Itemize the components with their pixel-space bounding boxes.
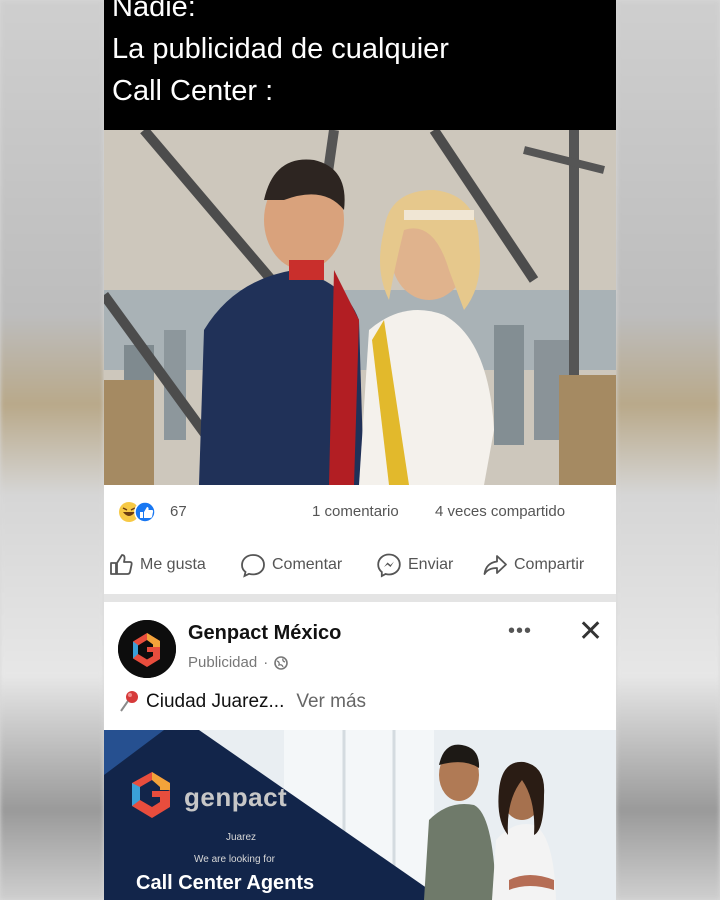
facebook-post-card: Nadie: La publicidad de cualquier Call C… (104, 0, 616, 900)
ad-city-text: Juarez (226, 832, 257, 843)
more-options-icon[interactable]: ••• (508, 620, 532, 643)
ad-location-text: Ciudad Juarez... (146, 691, 285, 712)
caption-line-3: Call Center : (112, 75, 274, 107)
meme-photo (104, 130, 616, 485)
blurred-background-left (0, 0, 104, 900)
messenger-icon (377, 553, 401, 578)
see-more-link[interactable]: Ver más (296, 691, 366, 713)
like-reaction-icon (134, 501, 156, 523)
advertiser-avatar[interactable] (118, 620, 176, 678)
globe-icon (274, 655, 289, 670)
comment-button[interactable]: Comentar (240, 552, 342, 578)
advertiser-name[interactable]: Genpact México (188, 622, 341, 645)
ad-image[interactable]: genpact Juarez We are looking for Call C… (104, 730, 616, 900)
caption-line-1: Nadie: (112, 0, 196, 23)
ad-headline: Call Center Agents (136, 872, 315, 894)
thumbs-up-icon (110, 554, 133, 575)
share-count[interactable]: 4 veces compartido (435, 503, 565, 520)
sponsored-line: Publicidad · (188, 654, 289, 671)
reaction-icons[interactable] (118, 501, 166, 523)
reaction-bar: 67 1 comentario 4 veces compartido (104, 485, 616, 539)
superhero-photo-illustration (104, 130, 616, 485)
comment-bubble-icon (241, 554, 265, 578)
comment-count[interactable]: 1 comentario (312, 503, 399, 520)
caption-line-2: La publicidad de cualquier (112, 33, 449, 65)
post-divider (104, 594, 616, 602)
share-label: Compartir (514, 556, 585, 573)
ad-body-text: Ciudad Juarez... Ver más (118, 690, 366, 714)
ad-brand-text: genpact (184, 782, 288, 812)
blurred-background-right (616, 0, 720, 900)
send-label: Enviar (408, 556, 454, 573)
ad-hiring-text: We are looking for (194, 854, 275, 865)
comment-label: Comentar (272, 556, 343, 573)
pin-icon (120, 691, 138, 712)
send-button[interactable]: Enviar (376, 552, 453, 578)
meme-caption: Nadie: La publicidad de cualquier Call C… (104, 0, 616, 130)
close-icon[interactable]: ✕ (578, 614, 603, 649)
reaction-count[interactable]: 67 (170, 503, 187, 520)
like-button[interactable]: Me gusta (108, 552, 206, 578)
ad-post-header: Genpact México Publicidad · ••• ✕ Ciudad… (104, 602, 616, 730)
post-action-bar: Me gusta Comentar Enviar Compartir (104, 540, 616, 592)
genpact-logo (118, 620, 176, 678)
like-label: Me gusta (140, 556, 206, 573)
sponsored-label: Publicidad (188, 654, 258, 671)
share-button[interactable]: Compartir (482, 552, 584, 578)
share-arrow-icon (483, 555, 507, 575)
